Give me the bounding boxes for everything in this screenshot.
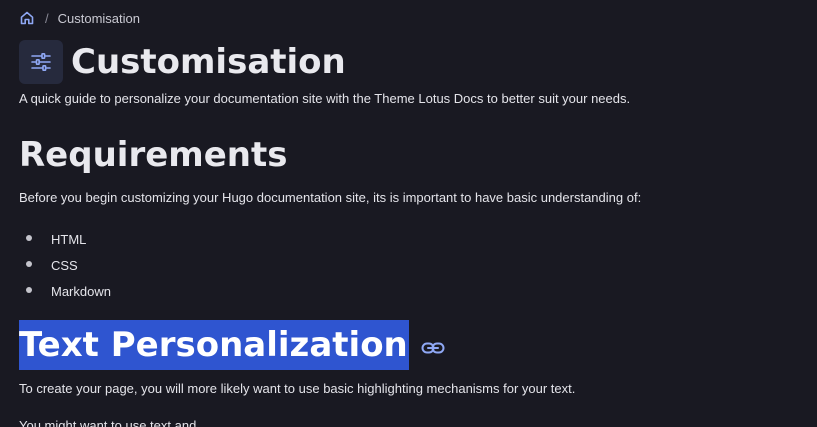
list-item-label: CSS bbox=[51, 258, 78, 273]
list-item-label: Markdown bbox=[51, 284, 111, 299]
list-item: HTML bbox=[0, 230, 111, 256]
list-item: CSS bbox=[0, 256, 111, 282]
title-row: Customisation bbox=[19, 40, 346, 84]
page-lead: A quick guide to personalize your docume… bbox=[19, 91, 631, 106]
text-personalization-partial: You might want to use text and ... bbox=[19, 418, 211, 427]
page-title: Customisation bbox=[71, 42, 346, 82]
text-personalization-intro: To create your page, you will more likel… bbox=[19, 381, 576, 396]
sliders-icon bbox=[19, 40, 63, 84]
list-item: Markdown bbox=[0, 282, 111, 308]
heading-row-text-personalization: Text Personalization bbox=[19, 320, 445, 370]
bullet bbox=[26, 287, 32, 293]
home-icon[interactable] bbox=[19, 10, 35, 26]
requirements-list: HTML CSS Markdown bbox=[0, 230, 111, 308]
docs-page: / Customisation Customisation A quick gu… bbox=[0, 0, 817, 427]
link-icon[interactable] bbox=[421, 341, 445, 355]
list-item-label: HTML bbox=[51, 232, 87, 247]
breadcrumb-current: Customisation bbox=[57, 10, 140, 26]
bullet bbox=[26, 261, 32, 267]
breadcrumb: / Customisation bbox=[19, 8, 140, 28]
breadcrumb-separator: / bbox=[45, 10, 49, 26]
requirements-intro: Before you begin customizing your Hugo d… bbox=[19, 190, 642, 205]
heading-text-personalization: Text Personalization bbox=[19, 320, 409, 370]
bullet bbox=[26, 235, 32, 241]
heading-requirements: Requirements bbox=[19, 135, 288, 175]
